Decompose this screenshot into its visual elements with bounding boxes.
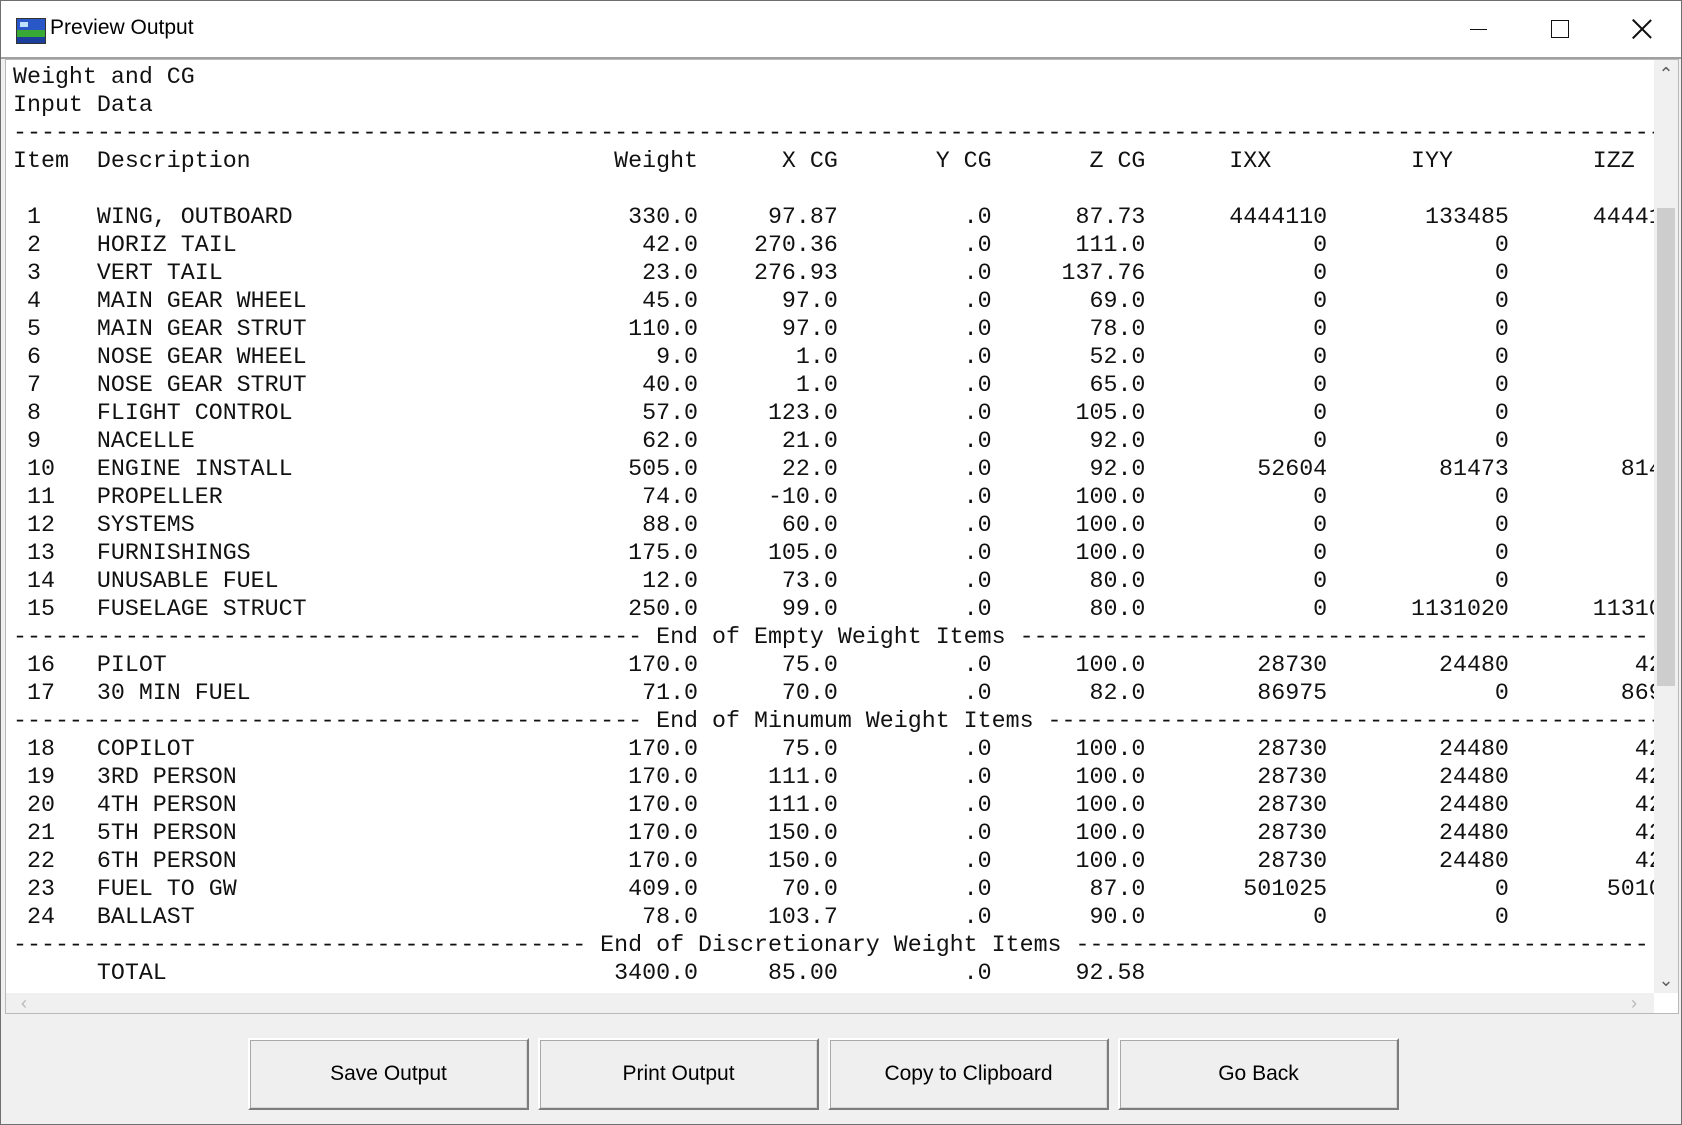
close-button[interactable] <box>1601 1 1682 57</box>
output-line: 12 SYSTEMS 88.0 60.0 .0 100.0 0 0 0 <box>13 512 1679 538</box>
app-icon <box>16 18 46 44</box>
preview-output-window: Preview Output Weight and CG Input Data … <box>0 0 1682 1125</box>
output-text-area[interactable]: Weight and CG Input Data ---------------… <box>5 59 1679 1014</box>
output-line: 7 NOSE GEAR STRUT 40.0 1.0 .0 65.0 0 0 0 <box>13 372 1679 398</box>
output-line: 8 FLIGHT CONTROL 57.0 123.0 .0 105.0 0 0… <box>13 400 1679 426</box>
output-line: 20 4TH PERSON 170.0 111.0 .0 100.0 28730… <box>13 792 1679 818</box>
output-line: 1 WING, OUTBOARD 330.0 97.87 .0 87.73 44… <box>13 204 1679 230</box>
output-line: 17 30 MIN FUEL 71.0 70.0 .0 82.0 86975 0… <box>13 680 1679 706</box>
scroll-left-icon[interactable]: ‹ <box>14 993 34 1013</box>
output-line: 4 MAIN GEAR WHEEL 45.0 97.0 .0 69.0 0 0 … <box>13 288 1679 314</box>
output-line: 13 FURNISHINGS 175.0 105.0 .0 100.0 0 0 … <box>13 540 1679 566</box>
output-line: ----------------------------------------… <box>13 120 1679 146</box>
output-line: 22 6TH PERSON 170.0 150.0 .0 100.0 28730… <box>13 848 1679 874</box>
scroll-up-icon[interactable]: ⌃ <box>1654 62 1678 86</box>
output-line: 3 VERT TAIL 23.0 276.93 .0 137.76 0 0 0 <box>13 260 1679 286</box>
vertical-scroll-thumb[interactable] <box>1657 208 1675 686</box>
output-line: 19 3RD PERSON 170.0 111.0 .0 100.0 28730… <box>13 764 1679 790</box>
minimize-button[interactable] <box>1437 1 1519 57</box>
output-line: 6 NOSE GEAR WHEEL 9.0 1.0 .0 52.0 0 0 0 <box>13 344 1679 370</box>
minimize-icon <box>1469 28 1487 30</box>
output-line: ----------------------------------------… <box>13 932 1649 958</box>
maximize-button[interactable] <box>1519 1 1601 57</box>
output-line: 5 MAIN GEAR STRUT 110.0 97.0 .0 78.0 0 0… <box>13 316 1679 342</box>
output-line: ----------------------------------------… <box>13 708 1663 734</box>
output-line: Item Description Weight X CG Y CG Z CG I… <box>13 148 1635 174</box>
scroll-right-icon[interactable]: › <box>1624 993 1644 1013</box>
output-line: 14 UNUSABLE FUEL 12.0 73.0 .0 80.0 0 0 0 <box>13 568 1679 594</box>
output-line: Weight and CG <box>13 64 195 90</box>
output-line: 16 PILOT 170.0 75.0 .0 100.0 28730 24480… <box>13 652 1679 678</box>
output-line: 10 ENGINE INSTALL 505.0 22.0 .0 92.0 526… <box>13 456 1679 482</box>
scroll-down-icon[interactable]: ⌄ <box>1654 968 1678 992</box>
output-line: 11 PROPELLER 74.0 -10.0 .0 100.0 0 0 0 <box>13 484 1679 510</box>
horizontal-scrollbar[interactable]: ‹ › <box>6 993 1654 1013</box>
output-line: 15 FUSELAGE STRUCT 250.0 99.0 .0 80.0 0 … <box>13 596 1679 622</box>
output-line: 2 HORIZ TAIL 42.0 270.36 .0 111.0 0 0 0 <box>13 232 1679 258</box>
title-bar: Preview Output <box>1 1 1681 57</box>
output-line: 23 FUEL TO GW 409.0 70.0 .0 87.0 501025 … <box>13 876 1679 902</box>
output-line: ----------------------------------------… <box>13 624 1649 650</box>
output-line: 24 BALLAST 78.0 103.7 .0 90.0 0 0 0 <box>13 904 1679 930</box>
output-text: Weight and CG Input Data ---------------… <box>13 63 1679 987</box>
output-line: TOTAL 3400.0 85.00 .0 92.58 <box>13 960 1146 986</box>
print-output-button[interactable]: Print Output <box>538 1038 819 1110</box>
save-output-button[interactable]: Save Output <box>248 1038 529 1110</box>
go-back-button[interactable]: Go Back <box>1118 1038 1399 1110</box>
output-line: Input Data <box>13 92 153 118</box>
close-icon <box>1632 19 1652 39</box>
output-line: 18 COPILOT 170.0 75.0 .0 100.0 28730 244… <box>13 736 1679 762</box>
maximize-icon <box>1551 20 1569 38</box>
output-line: 9 NACELLE 62.0 21.0 .0 92.0 0 0 0 <box>13 428 1679 454</box>
output-line: 21 5TH PERSON 170.0 150.0 .0 100.0 28730… <box>13 820 1679 846</box>
window-title: Preview Output <box>50 16 194 39</box>
copy-to-clipboard-button[interactable]: Copy to Clipboard <box>828 1038 1109 1110</box>
vertical-scrollbar[interactable]: ⌃ ⌄ <box>1654 60 1678 993</box>
